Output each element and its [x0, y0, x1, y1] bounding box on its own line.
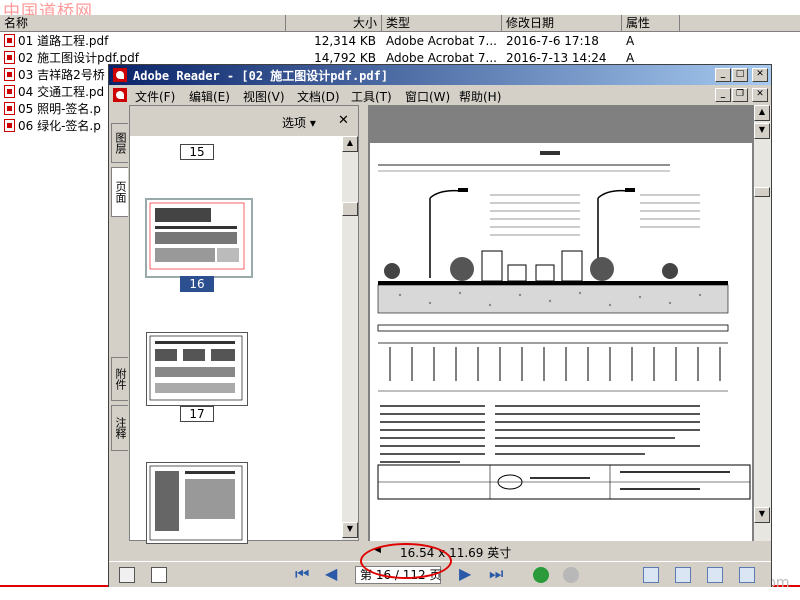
pdf-file-icon — [4, 119, 15, 132]
file-row[interactable]: 01 道路工程.pdf 12,314 KB Adobe Acrobat 7...… — [0, 33, 800, 50]
doc-minimize-button[interactable]: _ — [715, 88, 731, 102]
pdf-file-icon — [4, 85, 15, 98]
column-size[interactable]: 大小 — [286, 15, 382, 32]
menu-bar: 文件(F) 编辑(E) 视图(V) 文档(D) 工具(T) 窗口(W) 帮助(H… — [109, 85, 771, 105]
title-bar[interactable]: Adobe Reader - [02 施工图设计pdf.pdf] _ □ ✕ — [109, 65, 771, 85]
doc-close-button[interactable]: ✕ — [752, 88, 768, 102]
panel-scroll-thumb[interactable] — [342, 202, 358, 216]
doc-restore-button[interactable]: ❐ — [732, 88, 748, 102]
window-title: Adobe Reader - [02 施工图设计pdf.pdf] — [133, 69, 389, 83]
navigation-pane-icon[interactable] — [119, 567, 135, 583]
menu-help[interactable]: 帮助(H) — [459, 88, 501, 105]
doc-scroll-thumb[interactable] — [754, 187, 770, 197]
thumbnail-16-drawing — [149, 202, 245, 270]
facing-view-icon[interactable] — [707, 567, 723, 583]
highlight-circle — [360, 543, 452, 579]
menu-view[interactable]: 视图(V) — [243, 88, 285, 105]
page-icon[interactable] — [151, 567, 167, 583]
menu-file[interactable]: 文件(F) — [135, 88, 175, 105]
tab-pages[interactable]: 页面 — [111, 167, 128, 217]
go-back-icon[interactable] — [533, 567, 549, 583]
panel-scroll-up[interactable]: ▲ — [342, 136, 358, 152]
column-name[interactable]: 名称 — [0, 15, 286, 32]
panel-scrollbar[interactable] — [342, 136, 358, 540]
panel-close-icon[interactable]: ✕ — [338, 113, 349, 128]
reader-window: Adobe Reader - [02 施工图设计pdf.pdf] _ □ ✕ 文… — [108, 64, 772, 587]
document-page — [370, 143, 752, 541]
page-label-16: 16 — [180, 276, 214, 292]
document-icon — [113, 88, 127, 102]
document-scrollbar[interactable]: ▲ ▼ ▼ — [754, 105, 771, 541]
previous-page-icon[interactable]: ◀ — [325, 566, 337, 582]
options-menu[interactable]: 选项 ▾ — [282, 114, 316, 131]
single-page-view-icon[interactable] — [643, 567, 659, 583]
doc-scroll-down[interactable]: ▼ — [754, 507, 770, 523]
column-type[interactable]: 类型 — [382, 15, 502, 32]
column-modified[interactable]: 修改日期 — [502, 15, 622, 32]
maximize-button[interactable]: □ — [732, 68, 748, 82]
thumbnail-page-18[interactable] — [146, 462, 248, 544]
continuous-view-icon[interactable] — [675, 567, 691, 583]
page-label-17: 17 — [180, 406, 214, 422]
tab-attachments[interactable]: 附件 — [111, 357, 128, 401]
menu-tools[interactable]: 工具(T) — [351, 88, 392, 105]
column-header: 名称 大小 类型 修改日期 属性 — [0, 15, 800, 32]
pdf-file-icon — [4, 68, 15, 81]
thumbnail-page-17[interactable] — [146, 332, 248, 406]
pdf-file-icon — [4, 34, 15, 47]
tab-layers[interactable]: 图层 — [111, 123, 128, 163]
pdf-file-icon — [4, 51, 15, 64]
continuous-facing-view-icon[interactable] — [739, 567, 755, 583]
column-attr[interactable]: 属性 — [622, 15, 680, 32]
menu-window[interactable]: 窗口(W) — [405, 88, 450, 105]
document-gap — [368, 105, 754, 143]
last-page-icon[interactable]: ⏭ — [489, 566, 503, 582]
thumbnail-page-16[interactable] — [145, 198, 253, 278]
next-page-icon[interactable]: ▶ — [459, 566, 471, 582]
thumbnail-18-drawing — [149, 465, 243, 541]
go-forward-icon[interactable] — [563, 567, 579, 583]
minimize-button[interactable]: _ — [715, 68, 731, 82]
document-view[interactable] — [368, 105, 754, 541]
tab-comments[interactable]: 注释 — [111, 405, 128, 451]
close-button[interactable]: ✕ — [752, 68, 768, 82]
menu-edit[interactable]: 编辑(E) — [189, 88, 230, 105]
pdf-file-icon — [4, 102, 15, 115]
thumbnail-17-drawing — [149, 335, 243, 401]
road-cross-section-drawing — [377, 151, 751, 500]
panel-header: 选项 ▾ ✕ — [130, 106, 358, 136]
page-label-15: 15 — [180, 144, 214, 160]
adobe-reader-icon — [113, 68, 127, 82]
panel-scroll-down[interactable]: ▼ — [342, 522, 358, 538]
doc-scroll-down-small[interactable]: ▼ — [754, 123, 770, 139]
menu-document[interactable]: 文档(D) — [297, 88, 340, 105]
doc-scroll-up[interactable]: ▲ — [754, 105, 770, 121]
pages-panel: 选项 ▾ ✕ ▲ ▼ 15 16 17 — [129, 105, 359, 544]
first-page-icon[interactable]: ⏮ — [295, 566, 309, 582]
